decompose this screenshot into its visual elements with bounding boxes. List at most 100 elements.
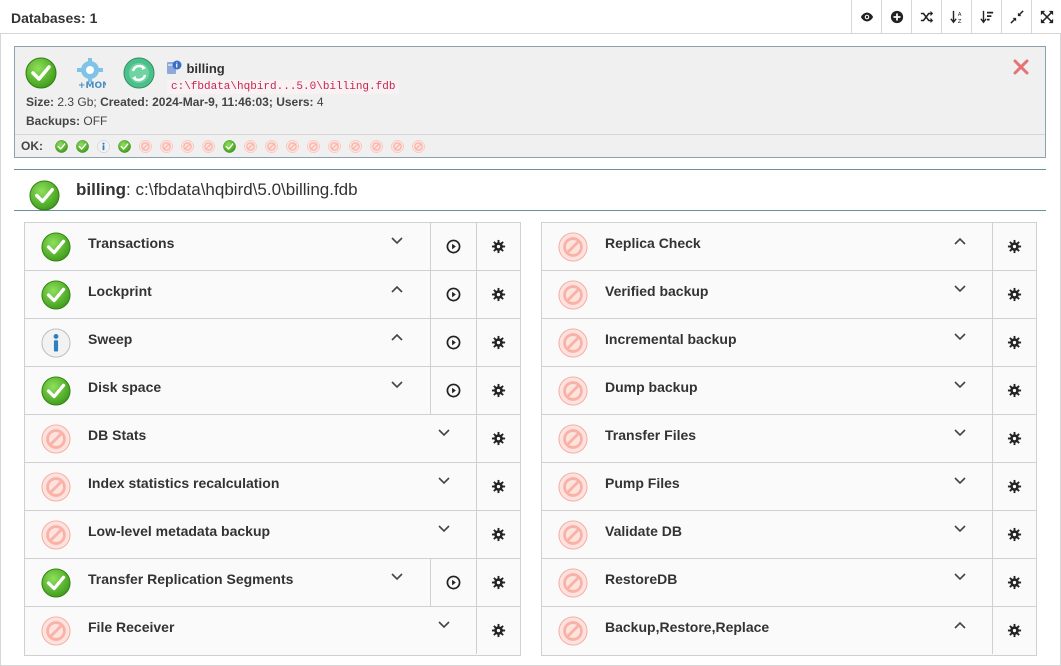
chevron-up-icon[interactable] [953, 618, 967, 632]
task-row-file-receiver[interactable]: File Receiver [25, 607, 520, 655]
settings-button[interactable] [476, 559, 520, 606]
settings-button[interactable] [476, 367, 520, 414]
settings-button[interactable] [992, 463, 1036, 510]
settings-button[interactable] [992, 559, 1036, 606]
task-label[interactable]: Incremental backup [605, 331, 737, 347]
task-label[interactable]: Backup,Restore,Replace [605, 619, 769, 635]
status-dot-off[interactable] [391, 140, 404, 153]
expand-button[interactable] [1031, 0, 1061, 34]
chevron-down-icon[interactable] [953, 570, 967, 584]
compress-button[interactable] [1001, 0, 1031, 34]
chevron-down-icon[interactable] [437, 618, 451, 632]
task-label[interactable]: Replica Check [605, 235, 701, 251]
settings-button[interactable] [992, 607, 1036, 654]
settings-button[interactable] [476, 223, 520, 270]
settings-button[interactable] [476, 319, 520, 366]
status-dot-off[interactable] [412, 140, 425, 153]
run-now-button[interactable] [430, 367, 476, 414]
task-row-lockprint[interactable]: Lockprint [25, 271, 520, 319]
shuffle-button[interactable] [911, 0, 941, 34]
task-row-dump-backup[interactable]: Dump backup [542, 367, 1036, 415]
status-dot-ok[interactable] [118, 140, 131, 153]
settings-button[interactable] [476, 271, 520, 318]
task-row-transfer-files[interactable]: Transfer Files [542, 415, 1036, 463]
database-summary-card[interactable]: +MON i billing c:\fbdata\hqbird...5.0\bi… [14, 46, 1046, 158]
task-label[interactable]: Disk space [88, 379, 161, 395]
close-icon[interactable] [1013, 59, 1029, 75]
status-dot-off[interactable] [244, 140, 257, 153]
chevron-up-icon[interactable] [390, 330, 404, 344]
status-dot-off[interactable] [139, 140, 152, 153]
settings-button[interactable] [476, 511, 520, 558]
task-label[interactable]: Low-level metadata backup [88, 523, 270, 539]
task-row-validate-db[interactable]: Validate DB [542, 511, 1036, 559]
task-label[interactable]: Index statistics recalculation [88, 475, 279, 491]
settings-button[interactable] [992, 223, 1036, 270]
chevron-down-icon[interactable] [953, 522, 967, 536]
sort-amount-button[interactable] [971, 0, 1001, 34]
status-dot-off[interactable] [202, 140, 215, 153]
chevron-up-icon[interactable] [953, 234, 967, 248]
chevron-down-icon[interactable] [953, 426, 967, 440]
task-row-transfer-replication-segments[interactable]: Transfer Replication Segments [25, 559, 520, 607]
run-now-button[interactable] [430, 271, 476, 318]
task-label[interactable]: Transfer Files [605, 427, 696, 443]
run-now-button[interactable] [430, 559, 476, 606]
task-label[interactable]: Lockprint [88, 283, 152, 299]
chevron-down-icon[interactable] [437, 522, 451, 536]
status-dot-off[interactable] [160, 140, 173, 153]
task-label[interactable]: Pump Files [605, 475, 680, 491]
status-dot-ok[interactable] [223, 140, 236, 153]
settings-button[interactable] [992, 511, 1036, 558]
task-label[interactable]: Validate DB [605, 523, 682, 539]
task-row-sweep[interactable]: Sweep [25, 319, 520, 367]
status-dot-off[interactable] [307, 140, 320, 153]
status-dot-ok[interactable] [55, 140, 68, 153]
status-dot-off[interactable] [349, 140, 362, 153]
chevron-down-icon[interactable] [953, 282, 967, 296]
run-now-button[interactable] [430, 223, 476, 270]
settings-button[interactable] [476, 463, 520, 510]
task-label[interactable]: Transfer Replication Segments [88, 571, 293, 587]
task-row-pump-files[interactable]: Pump Files [542, 463, 1036, 511]
refresh-icon[interactable] [123, 57, 155, 89]
task-row-backup-restore-replace[interactable]: Backup,Restore,Replace [542, 607, 1036, 655]
task-row-restoredb[interactable]: RestoreDB [542, 559, 1036, 607]
chevron-up-icon[interactable] [390, 282, 404, 296]
task-row-low-level-metadata-backup[interactable]: Low-level metadata backup [25, 511, 520, 559]
settings-button[interactable] [992, 271, 1036, 318]
status-dot-off[interactable] [265, 140, 278, 153]
task-label[interactable]: Dump backup [605, 379, 698, 395]
task-label[interactable]: RestoreDB [605, 571, 677, 587]
sort-alpha-button[interactable]: AZ [941, 0, 971, 34]
status-dot-info[interactable] [97, 140, 110, 153]
settings-button[interactable] [992, 415, 1036, 462]
task-label[interactable]: Verified backup [605, 283, 708, 299]
monitor-gear-icon[interactable]: +MON [74, 57, 106, 89]
settings-button[interactable] [476, 607, 520, 654]
chevron-down-icon[interactable] [437, 426, 451, 440]
chevron-down-icon[interactable] [953, 474, 967, 488]
view-button[interactable] [851, 0, 881, 34]
settings-button[interactable] [992, 319, 1036, 366]
task-row-replica-check[interactable]: Replica Check [542, 223, 1036, 271]
task-label[interactable]: Transactions [88, 235, 174, 251]
task-label[interactable]: Sweep [88, 331, 132, 347]
chevron-down-icon[interactable] [390, 378, 404, 392]
settings-button[interactable] [476, 415, 520, 462]
task-row-disk-space[interactable]: Disk space [25, 367, 520, 415]
status-dot-off[interactable] [370, 140, 383, 153]
task-row-transactions[interactable]: Transactions [25, 223, 520, 271]
db-name[interactable]: billing [186, 61, 224, 76]
chevron-down-icon[interactable] [953, 330, 967, 344]
settings-button[interactable] [992, 367, 1036, 414]
chevron-down-icon[interactable] [390, 234, 404, 248]
task-label[interactable]: DB Stats [88, 427, 146, 443]
chevron-down-icon[interactable] [437, 474, 451, 488]
chevron-down-icon[interactable] [390, 570, 404, 584]
task-row-incremental-backup[interactable]: Incremental backup [542, 319, 1036, 367]
status-dot-ok[interactable] [76, 140, 89, 153]
task-row-index-statistics-recalculation[interactable]: Index statistics recalculation [25, 463, 520, 511]
task-row-db-stats[interactable]: DB Stats [25, 415, 520, 463]
chevron-down-icon[interactable] [953, 378, 967, 392]
